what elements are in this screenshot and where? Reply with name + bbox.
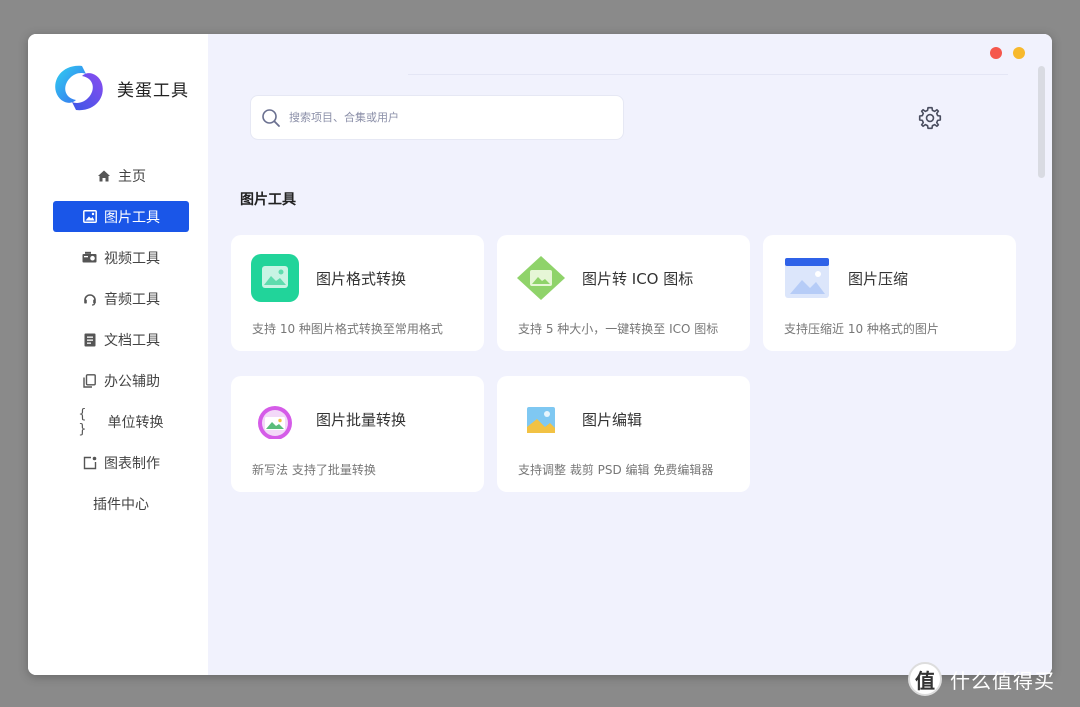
card-image-to-ico[interactable]: 图片转 ICO 图标 支持 5 种大小，一键转换至 ICO 图标 [497,235,750,351]
sidebar-item-label: 办公辅助 [104,373,160,390]
watermark-logo-icon: 值 [908,662,942,696]
ico-convert-icon [515,253,567,303]
card-image-compress[interactable]: 图片压缩 支持压缩近 10 种格式的图片 [763,235,1016,351]
watermark-text: 什么值得买 [950,668,1055,693]
minimize-window-button[interactable] [1013,47,1025,59]
sidebar-item-label: 图表制作 [104,455,160,472]
sidebar-item-chart-making[interactable]: 图表制作 [53,447,189,478]
card-title: 图片编辑 [582,411,643,429]
image-convert-icon [249,253,301,303]
video-icon [82,250,97,265]
card-image-format-convert[interactable]: 图片格式转换 支持 10 种图片格式转换至常用格式 [231,235,484,351]
search-input[interactable] [289,111,609,124]
app-logo-icon [50,62,108,114]
sidebar-item-unit-conversion[interactable]: { } 单位转换 [53,406,189,437]
batch-convert-icon [249,394,301,444]
image-compress-icon [781,253,833,303]
card-title: 图片格式转换 [316,270,407,288]
card-image-batch-convert[interactable]: 图片批量转换 新写法 支持了批量转换 [231,376,484,492]
card-description: 新写法 支持了批量转换 [252,463,376,477]
chart-icon [82,455,97,470]
headphones-icon [82,291,97,306]
sidebar: 美蛋工具 主页 图片工具 视频工具 音频工具 文档工具 办公辅助 {} 单位转… [28,34,208,675]
sidebar-item-home[interactable]: 主页 [53,160,189,191]
vertical-scrollbar[interactable] [1038,66,1045,178]
card-title: 图片转 ICO 图标 [582,270,694,288]
watermark: 值 什么值得买 [908,662,1055,696]
sidebar-item-label: 主页 [118,168,146,185]
sidebar-item-document-tools[interactable]: 文档工具 [53,324,189,355]
image-edit-icon [515,394,567,444]
copy-icon [82,373,97,388]
card-description: 支持调整 裁剪 PSD 编辑 免费编辑器 [518,463,714,477]
image-icon [82,209,97,224]
search-icon [262,108,280,127]
app-name: 美蛋工具 [117,81,189,101]
card-title: 图片批量转换 [316,411,407,429]
home-icon [96,168,111,183]
top-divider [408,74,1008,75]
main-content: 图片工具 图片格式转换 支持 10 种图片格式转换至常用格式 图片转 ICO 图… [208,34,1052,675]
sidebar-item-office-assist[interactable]: 办公辅助 [53,365,189,396]
sidebar-item-label: 单位转换 [107,414,164,431]
sidebar-item-label: 插件中心 [93,496,149,513]
card-description: 支持压缩近 10 种格式的图片 [784,322,939,336]
card-description: 支持 10 种图片格式转换至常用格式 [252,322,443,336]
document-icon [82,332,97,347]
app-window: 美蛋工具 主页 图片工具 视频工具 音频工具 文档工具 办公辅助 {} 单位转… [28,34,1052,675]
sidebar-item-label: 音频工具 [104,291,160,308]
sidebar-item-label: 图片工具 [104,209,160,226]
settings-gear-icon[interactable] [917,105,943,131]
sidebar-item-audio-tools[interactable]: 音频工具 [53,283,189,314]
card-image-edit[interactable]: 图片编辑 支持调整 裁剪 PSD 编辑 免费编辑器 [497,376,750,492]
section-title: 图片工具 [240,192,296,208]
close-window-button[interactable] [990,47,1002,59]
sidebar-item-plugin-center[interactable]: 插件中心 [53,488,189,519]
card-title: 图片压缩 [848,270,909,288]
search-box[interactable] [250,95,624,140]
braces-icon: { } [78,406,87,437]
card-description: 支持 5 种大小，一键转换至 ICO 图标 [518,322,719,336]
sidebar-item-label: 视频工具 [104,250,160,267]
sidebar-item-label: 文档工具 [104,332,160,349]
sidebar-item-video-tools[interactable]: 视频工具 [53,242,189,273]
sidebar-item-image-tools[interactable]: 图片工具 [53,201,189,232]
